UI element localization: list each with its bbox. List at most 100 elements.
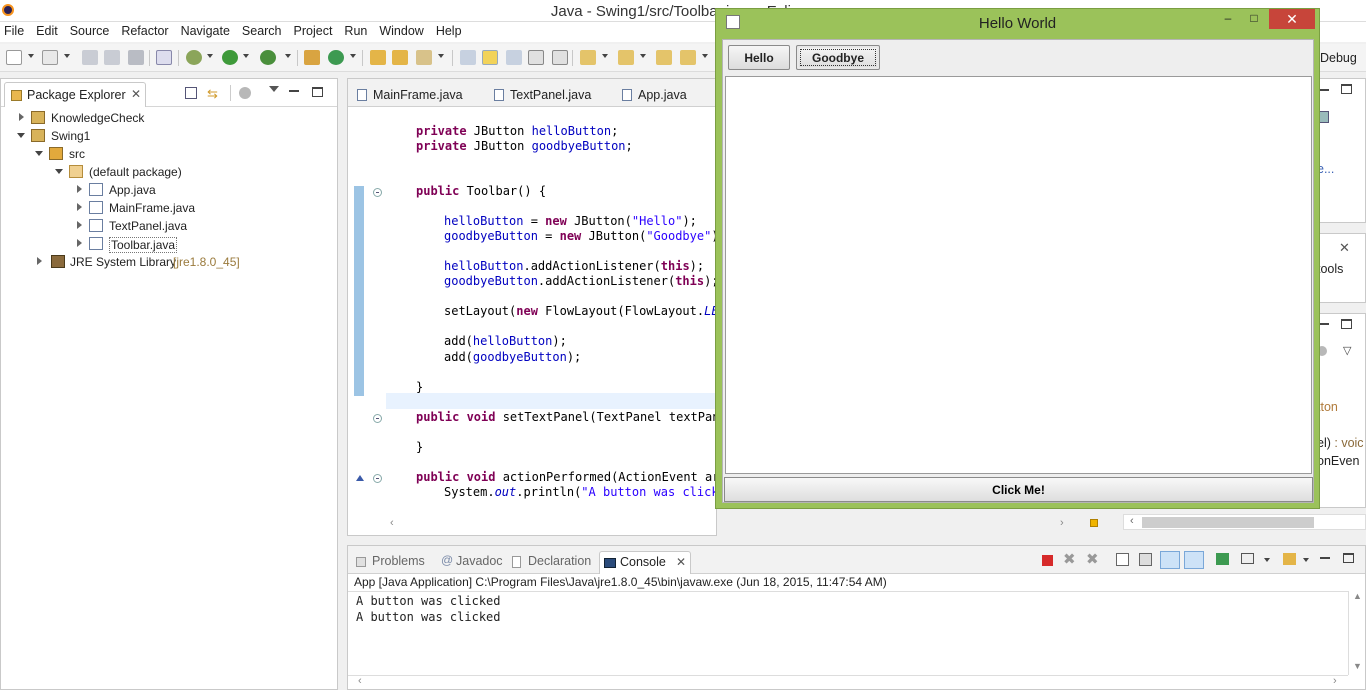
clear-console-icon[interactable] (1116, 553, 1129, 566)
print-icon[interactable] (128, 50, 144, 65)
scroll-left-icon[interactable]: ‹ (1130, 515, 1134, 527)
next-annotation-icon[interactable] (580, 50, 596, 65)
show-on-stdout-icon[interactable] (1160, 551, 1180, 569)
click-me-button[interactable]: Click Me! (724, 477, 1313, 502)
hello-world-title-bar[interactable]: Hello World – □ ✕ (716, 9, 1319, 39)
tab-textpanel-java[interactable]: TextPanel.java (488, 83, 618, 107)
tab-javadoc[interactable]: @ Javadoc (436, 551, 508, 574)
scroll-right-icon[interactable]: › (1333, 675, 1337, 687)
back-icon[interactable] (680, 50, 696, 65)
collapse-all-icon[interactable] (185, 87, 197, 99)
scroll-lock-icon[interactable] (1139, 553, 1152, 566)
new-package-icon[interactable] (42, 50, 58, 65)
scroll-down-icon[interactable]: ▼ (1353, 661, 1362, 671)
maximize-view-icon[interactable] (1341, 319, 1352, 329)
highlight-icon[interactable] (482, 50, 498, 65)
connect-tools-label[interactable]: tools (1317, 262, 1343, 276)
scroll-left-icon[interactable]: ‹ (358, 675, 362, 687)
debug-icon[interactable] (186, 50, 202, 65)
fold-icon[interactable] (373, 474, 382, 483)
tree-item-toolbar-java[interactable]: Toolbar.java (75, 235, 275, 253)
outline-item-settextpanel[interactable]: el) : voic (1317, 436, 1364, 450)
tab-declaration[interactable]: Declaration (508, 551, 598, 574)
tree-item-swing1[interactable]: Swing1 (17, 127, 217, 145)
display-console-icon[interactable] (1241, 553, 1254, 564)
minimize-view-icon[interactable] (1319, 89, 1329, 91)
new-icon[interactable] (6, 50, 22, 65)
scroll-thumb[interactable] (1142, 517, 1314, 528)
run-icon[interactable] (222, 50, 238, 65)
remove-all-icon[interactable]: ✖ (1086, 550, 1099, 568)
block-select-icon[interactable] (528, 50, 544, 65)
outline-item-actionperformed[interactable]: onEven (1317, 454, 1359, 468)
view-menu-icon[interactable]: ▽ (1343, 344, 1351, 357)
maximize-view-icon[interactable] (1341, 84, 1352, 94)
menu-search[interactable]: Search (238, 22, 290, 38)
toggle-mark-icon[interactable] (460, 50, 476, 65)
tab-mainframe-java[interactable]: MainFrame.java (351, 83, 486, 107)
minimize-button[interactable]: – (1218, 11, 1238, 27)
console-vertical-scrollbar[interactable]: ▲ ▼ (1348, 591, 1365, 675)
view-menu-icon[interactable] (269, 86, 279, 92)
skip-breakpoints-icon[interactable] (156, 50, 172, 65)
tab-app-java[interactable]: App.java (616, 83, 716, 107)
show-whitespace-icon[interactable] (552, 50, 568, 65)
link-editor-icon[interactable]: ⇆ (207, 86, 221, 101)
last-edit-icon[interactable] (656, 50, 672, 65)
show-on-stderr-icon[interactable] (1184, 551, 1204, 569)
fold-icon[interactable] (373, 188, 382, 197)
toggle-whitespace-icon[interactable] (506, 50, 522, 65)
prev-annotation-icon[interactable] (618, 50, 634, 65)
scroll-right-icon[interactable]: › (1060, 517, 1064, 529)
menu-navigate[interactable]: Navigate (177, 22, 238, 38)
search-icon[interactable] (416, 50, 432, 65)
outline-item-button[interactable]: tton (1317, 400, 1338, 414)
tree-item-knowledgecheck[interactable]: KnowledgeCheck (17, 109, 217, 127)
outline-horizontal-scrollbar[interactable]: ‹ (1123, 514, 1366, 530)
open-type-icon[interactable] (370, 50, 386, 65)
open-folder-icon[interactable] (392, 50, 408, 65)
tree-item-app-java[interactable]: App.java (75, 181, 275, 199)
remove-launch-icon[interactable]: ✖ (1063, 550, 1076, 568)
close-button[interactable]: ✕ (1269, 9, 1315, 29)
save-all-icon[interactable] (104, 50, 120, 65)
minimize-view-icon[interactable] (1319, 323, 1329, 325)
close-icon[interactable]: ✕ (676, 555, 686, 569)
overview-ruler-marker[interactable] (1090, 519, 1098, 527)
goodbye-button[interactable]: Goodbye (796, 45, 880, 70)
hello-button[interactable]: Hello (728, 45, 790, 70)
maximize-view-icon[interactable] (312, 87, 323, 97)
menu-project[interactable]: Project (290, 22, 341, 38)
editor-horizontal-scrollbar[interactable]: ‹ › (384, 517, 1074, 533)
tree-item-textpanel-java[interactable]: TextPanel.java (75, 217, 275, 235)
open-console-icon[interactable] (1283, 553, 1296, 565)
menu-run[interactable]: Run (340, 22, 375, 38)
filter-icon[interactable] (239, 87, 251, 99)
scroll-left-icon[interactable]: ‹ (390, 517, 394, 529)
menu-edit[interactable]: Edit (32, 22, 66, 38)
package-explorer-tab[interactable]: Package Explorer ✕ (4, 82, 146, 107)
scroll-up-icon[interactable]: ▲ (1353, 591, 1362, 601)
tree-item-default-package[interactable]: (default package) (55, 163, 255, 181)
tree-item-jre-library[interactable]: JRE System Library [jre1.8.0_45] (35, 253, 295, 271)
fold-icon[interactable] (373, 414, 382, 423)
tab-console[interactable]: Console ✕ (599, 551, 691, 574)
menu-source[interactable]: Source (66, 22, 118, 38)
console-horizontal-scrollbar[interactable]: ‹ › (348, 675, 1348, 689)
run-external-icon[interactable] (260, 50, 276, 65)
tab-problems[interactable]: Problems (352, 551, 434, 574)
text-panel-area[interactable] (725, 76, 1312, 474)
console-output[interactable]: A button was clicked A button was clicke… (348, 591, 1348, 675)
tree-item-mainframe-java[interactable]: MainFrame.java (75, 199, 275, 217)
menu-refactor[interactable]: Refactor (117, 22, 176, 38)
maximize-view-icon[interactable] (1343, 553, 1354, 563)
code-area[interactable]: private JButton helloButton; private JBu… (348, 107, 718, 517)
pin-console-icon[interactable] (1216, 553, 1229, 565)
menu-help[interactable]: Help (432, 22, 470, 38)
terminate-icon[interactable] (1042, 555, 1053, 566)
minimize-view-icon[interactable] (289, 90, 299, 92)
maximize-button[interactable]: □ (1244, 11, 1264, 27)
debug-perspective-label[interactable]: Debug (1320, 51, 1357, 65)
save-icon[interactable] (82, 50, 98, 65)
menu-window[interactable]: Window (375, 22, 431, 38)
